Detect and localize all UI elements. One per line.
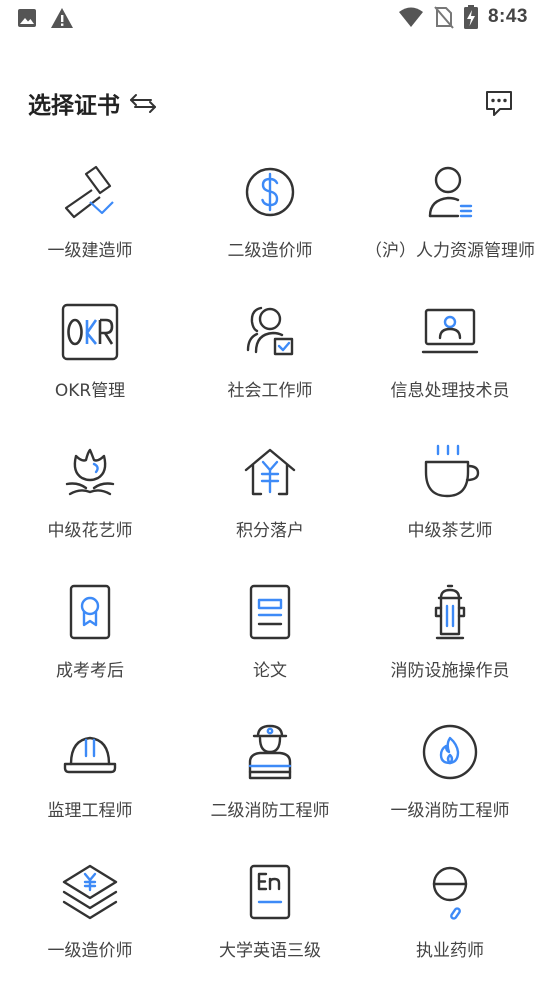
- cert-item-points-settlement[interactable]: 积分落户: [180, 440, 360, 580]
- pill-icon: [418, 860, 482, 924]
- cert-item-college-english-level3[interactable]: 大学英语三级: [180, 860, 360, 1000]
- cert-label: 一级建造师: [47, 241, 133, 261]
- cert-item-info-processing[interactable]: 信息处理技术员: [360, 300, 540, 440]
- header: 选择证书: [0, 78, 540, 128]
- image-icon: [16, 7, 38, 29]
- clock-time: 8:43: [487, 6, 528, 27]
- cert-label: 信息处理技术员: [390, 381, 510, 401]
- cert-label: 社会工作师: [227, 381, 313, 401]
- message-dots-icon: [484, 88, 514, 118]
- hammer-icon: [58, 160, 122, 224]
- monitor-user-icon: [418, 300, 482, 364]
- cert-item-okr[interactable]: OKR管理: [0, 300, 180, 440]
- flame-circle-icon: [418, 720, 482, 784]
- dollar-coin-icon: [238, 160, 302, 224]
- cert-item-hr-manager[interactable]: （沪）人力资源管理师: [360, 160, 540, 300]
- okr-icon: [58, 300, 122, 364]
- document-icon: [238, 580, 302, 644]
- cert-label: 二级造价师: [227, 241, 313, 261]
- cert-item-thesis[interactable]: 论文: [180, 580, 360, 720]
- cert-item-social-worker[interactable]: 社会工作师: [180, 300, 360, 440]
- no-sim-icon: [434, 5, 454, 29]
- cert-label: OKR管理: [54, 381, 126, 401]
- cert-item-supervision-engineer[interactable]: 监理工程师: [0, 720, 180, 860]
- cert-label: 一级造价师: [47, 941, 133, 961]
- battery-charging-icon: [463, 5, 478, 29]
- layers-yen-icon: [58, 860, 122, 924]
- certificate-grid: 一级建造师 二级造价师 （沪）人力资源管理师 OKR管理 社会工作师 信息处理技…: [0, 160, 540, 1000]
- hard-hat-icon: [58, 720, 122, 784]
- cert-item-second-class-cost-engineer[interactable]: 二级造价师: [180, 160, 360, 300]
- english-book-icon: [238, 860, 302, 924]
- status-bar: 8:43: [0, 0, 540, 38]
- cert-item-second-class-fire-engineer[interactable]: 二级消防工程师: [180, 720, 360, 860]
- certificate-badge-icon: [58, 580, 122, 644]
- wifi-icon: [398, 6, 424, 28]
- cert-item-florist[interactable]: 中级花艺师: [0, 440, 180, 580]
- fire-hydrant-icon: [418, 580, 482, 644]
- house-yen-icon: [238, 440, 302, 504]
- cert-item-first-class-cost-engineer[interactable]: 一级造价师: [0, 860, 180, 1000]
- swap-arrows-icon[interactable]: [128, 91, 158, 115]
- cert-label: 积分落户: [236, 521, 304, 541]
- page-title: 选择证书: [28, 93, 120, 119]
- cert-item-licensed-pharmacist[interactable]: 执业药师: [360, 860, 540, 1000]
- cert-label: 一级消防工程师: [390, 801, 510, 821]
- certificate-switcher[interactable]: 选择证书: [28, 86, 158, 120]
- cert-label: 中级茶艺师: [407, 521, 493, 541]
- cert-item-adult-exam-after[interactable]: 成考考后: [0, 580, 180, 720]
- cert-item-fire-facility-operator[interactable]: 消防设施操作员: [360, 580, 540, 720]
- cert-item-first-class-fire-engineer[interactable]: 一级消防工程师: [360, 720, 540, 860]
- cert-label: 监理工程师: [47, 801, 133, 821]
- cert-label: 消防设施操作员: [390, 661, 510, 681]
- warning-icon: [50, 7, 74, 29]
- cert-label: 大学英语三级: [219, 941, 321, 961]
- firefighter-icon: [238, 720, 302, 784]
- flower-icon: [58, 440, 122, 504]
- cert-item-first-class-constructor[interactable]: 一级建造师: [0, 160, 180, 300]
- people-check-icon: [238, 300, 302, 364]
- cert-label: 论文: [253, 661, 287, 681]
- tea-cup-icon: [418, 440, 482, 504]
- cert-item-tea-art[interactable]: 中级茶艺师: [360, 440, 540, 580]
- cert-label: 中级花艺师: [47, 521, 133, 541]
- person-list-icon: [418, 160, 482, 224]
- cert-label: 执业药师: [416, 941, 484, 961]
- cert-label: （沪）人力资源管理师: [365, 241, 535, 261]
- message-button[interactable]: [484, 88, 514, 118]
- cert-label: 二级消防工程师: [210, 801, 330, 821]
- cert-label: 成考考后: [56, 661, 124, 681]
